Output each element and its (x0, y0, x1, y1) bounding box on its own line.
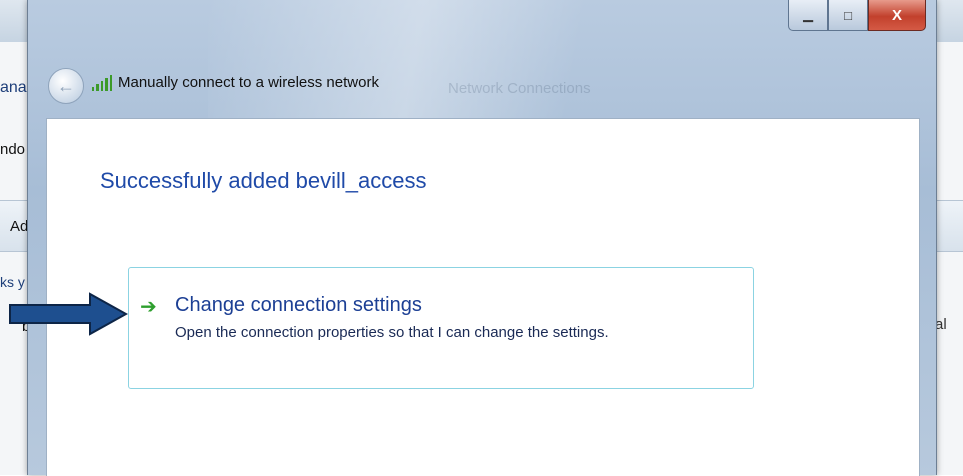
background-text-1: ana (0, 79, 27, 96)
back-button[interactable]: ← (48, 68, 84, 104)
caption-buttons: ▁ □ X (788, 0, 926, 34)
option-description: Open the connection properties so that I… (175, 324, 609, 341)
option-title: Change connection settings (175, 294, 422, 316)
maximize-button[interactable]: □ (828, 0, 868, 31)
background-text-2: ndo (0, 141, 26, 158)
glass-effect (208, 0, 728, 118)
close-button[interactable]: X (868, 0, 926, 31)
back-arrow-icon: ← (57, 75, 75, 96)
dialog-title-row: Manually connect to a wireless network (92, 74, 379, 91)
minimize-button[interactable]: ▁ (788, 0, 828, 31)
wizard-content: Successfully added bevill_access ➔ Chang… (46, 118, 920, 476)
faint-background-title: Network Connections (448, 80, 591, 97)
background-text-3: ks y (0, 274, 25, 290)
blue-pointer-arrow (9, 292, 128, 336)
dialog-title: Manually connect to a wireless network (118, 74, 379, 91)
annotation-pointer-arrow (9, 292, 128, 336)
change-connection-settings-option[interactable]: ➔ Change connection settings Open the co… (128, 267, 754, 389)
wizard-dialog: Network Connections ▁ □ X ← Manually con… (27, 0, 937, 476)
wireless-signal-icon (92, 74, 113, 91)
background-tab-label: Ad (10, 218, 29, 235)
page-heading: Successfully added bevill_access (100, 168, 427, 193)
green-arrow-icon: ➔ (140, 296, 157, 318)
